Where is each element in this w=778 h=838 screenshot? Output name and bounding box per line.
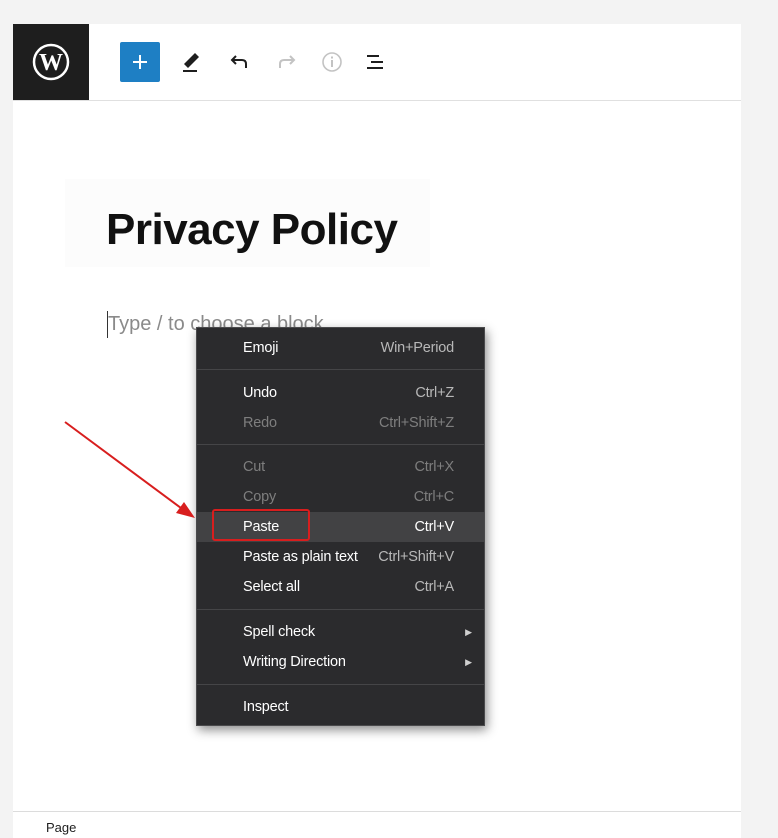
annotation-arrow-icon xyxy=(64,421,195,518)
status-divider xyxy=(13,811,741,812)
editor-frame: W Privacy Policy Type / to choose a bloc… xyxy=(13,24,741,838)
breadcrumb[interactable]: Page xyxy=(46,820,76,835)
